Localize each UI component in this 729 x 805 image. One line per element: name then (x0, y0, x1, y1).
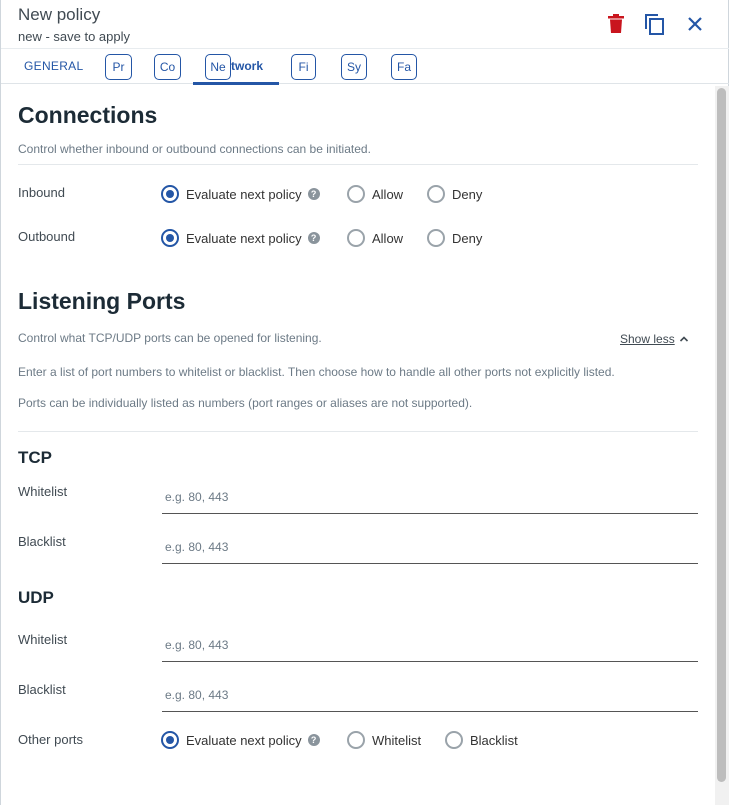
connections-heading: Connections (18, 102, 158, 128)
listening-ports-heading: Listening Ports (18, 288, 186, 314)
radio-label: Allow (372, 186, 404, 202)
udp-blacklist-label: Blacklist (18, 682, 66, 697)
tab-network-label: twork (231, 59, 264, 73)
inbound-label: Inbound (18, 185, 65, 200)
radio-selected-icon (161, 229, 179, 247)
outbound-evaluate-radio[interactable]: Evaluate next policy ? (161, 228, 320, 248)
outbound-allow-radio[interactable]: Allow (347, 228, 403, 248)
udp-whitelist-field (162, 626, 698, 662)
radio-icon (347, 185, 365, 203)
tab-pr[interactable]: Pr (105, 54, 132, 80)
radio-icon (347, 229, 365, 247)
help-icon[interactable]: ? (307, 188, 320, 200)
udp-blacklist-field (162, 676, 698, 712)
radio-label: Allow (372, 230, 404, 246)
radio-selected-icon (161, 731, 179, 749)
tab-sy[interactable]: Sy (341, 54, 367, 80)
tab-network[interactable]: Ne twork (193, 49, 279, 85)
tab-co[interactable]: Co (154, 54, 181, 80)
policy-panel: New policy new - save to apply GENERAL P… (0, 0, 729, 805)
tcp-whitelist-input[interactable] (165, 487, 685, 507)
close-icon (688, 17, 702, 31)
outbound-deny-radio[interactable]: Deny (427, 228, 482, 248)
radio-icon (445, 731, 463, 749)
duplicate-button[interactable] (643, 12, 667, 36)
help-icon[interactable]: ? (307, 232, 320, 244)
copy-icon (645, 14, 664, 35)
radio-label: Deny (452, 230, 483, 246)
divider (18, 431, 698, 432)
help-icon[interactable]: ? (307, 734, 320, 746)
tcp-whitelist-field (162, 478, 698, 514)
active-tab-indicator (193, 82, 279, 85)
tcp-heading: TCP (18, 448, 52, 467)
panel-header: New policy new - save to apply (1, 0, 729, 48)
radio-label: Evaluate next policy (186, 186, 302, 202)
tcp-blacklist-label: Blacklist (18, 534, 66, 549)
tab-fa[interactable]: Fa (391, 54, 417, 80)
tab-ne: Ne (205, 54, 231, 80)
tcp-whitelist-label: Whitelist (18, 484, 68, 499)
trash-icon (608, 14, 624, 33)
udp-whitelist-label: Whitelist (18, 632, 68, 647)
other-ports-label: Other ports (18, 732, 84, 747)
page-subtitle: new - save to apply (18, 29, 131, 44)
close-button[interactable] (683, 12, 707, 36)
other-ports-blacklist-radio[interactable]: Blacklist (445, 730, 518, 750)
tab-fi[interactable]: Fi (291, 54, 316, 80)
radio-icon (427, 229, 445, 247)
radio-label: Deny (452, 186, 483, 202)
radio-label: Evaluate next policy (186, 732, 302, 748)
chevron-up-icon[interactable] (679, 334, 689, 344)
radio-label: Blacklist (470, 732, 518, 748)
listening-ports-description: Control what TCP/UDP ports can be opened… (18, 331, 322, 345)
tab-bar: GENERAL Pr Co Ne twork Fi Sy Fa (1, 48, 729, 85)
radio-label: Evaluate next policy (186, 230, 302, 246)
connections-description: Control whether inbound or outbound conn… (18, 142, 371, 156)
ports-info-text: Enter a list of port numbers to whitelis… (18, 365, 615, 379)
udp-whitelist-input[interactable] (165, 635, 685, 655)
tcp-blacklist-input[interactable] (165, 537, 685, 557)
inbound-evaluate-radio[interactable]: Evaluate next policy ? (161, 184, 320, 204)
scrollbar-thumb[interactable] (717, 88, 726, 782)
ports-format-text: Ports can be individually listed as numb… (18, 396, 473, 410)
udp-blacklist-input[interactable] (165, 685, 685, 705)
vertical-scrollbar[interactable] (715, 86, 729, 805)
tcp-blacklist-field (162, 528, 698, 564)
page-title: New policy (18, 5, 101, 24)
show-less-link[interactable]: Show less (620, 332, 675, 346)
udp-heading: UDP (18, 588, 54, 607)
radio-label: Whitelist (372, 732, 422, 748)
inbound-deny-radio[interactable]: Deny (427, 184, 482, 204)
outbound-label: Outbound (18, 229, 76, 244)
radio-icon (427, 185, 445, 203)
tab-general[interactable]: GENERAL (24, 59, 83, 73)
inbound-allow-radio[interactable]: Allow (347, 184, 403, 204)
delete-button[interactable] (604, 12, 628, 36)
other-ports-whitelist-radio[interactable]: Whitelist (347, 730, 421, 750)
other-ports-evaluate-radio[interactable]: Evaluate next policy ? (161, 730, 320, 750)
radio-icon (347, 731, 365, 749)
divider (18, 164, 698, 165)
radio-selected-icon (161, 185, 179, 203)
